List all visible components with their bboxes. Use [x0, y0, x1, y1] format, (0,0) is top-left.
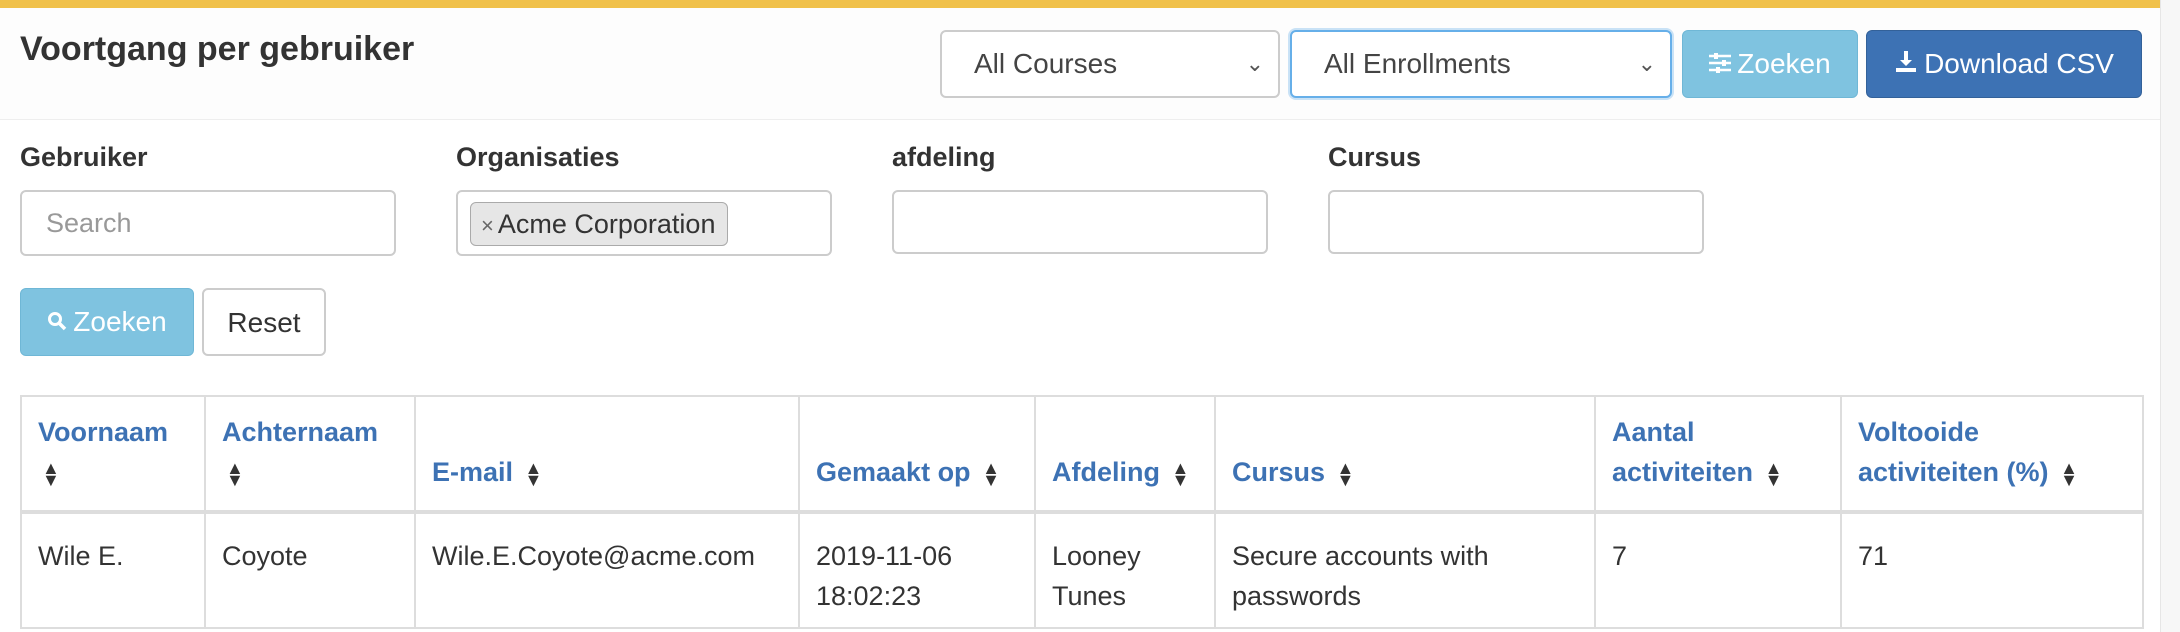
cell-activity-count: 7 — [1594, 511, 1842, 629]
sort-icon: ▲ ▼ — [1171, 457, 1190, 490]
sort-icon: ▲ ▼ — [1764, 457, 1783, 490]
reset-button[interactable]: Reset — [202, 288, 326, 356]
course-filter-input[interactable] — [1328, 190, 1704, 254]
sort-icon: ▲ ▼ — [1336, 457, 1355, 490]
remove-tag-icon[interactable]: × — [481, 213, 494, 238]
sort-icon: ▲ ▼ — [42, 457, 60, 490]
cell-created-at: 2019-11-06 18:02:23 — [798, 511, 1036, 629]
cell-first-name: Wile E. — [20, 511, 206, 629]
course-filter-label: Cursus — [1328, 142, 1422, 172]
cell-completed-percent: 71 — [1840, 511, 2144, 629]
search-icon — [47, 289, 67, 355]
chevron-down-icon: ⌄ — [1637, 51, 1656, 76]
search-button-label: Zoeken — [73, 306, 167, 337]
search-button[interactable]: Zoeken — [20, 288, 194, 356]
table-row: Wile E. Coyote Wile.E.Coyote@acme.com 20… — [20, 511, 2144, 629]
download-csv-label: Download CSV — [1924, 48, 2114, 79]
organisation-tag: × Acme Corporation — [470, 202, 729, 246]
organisation-select[interactable]: × Acme Corporation — [456, 190, 832, 256]
department-filter-label: afdeling — [892, 142, 996, 172]
column-header-department[interactable]: Afdeling ▲ ▼ — [1034, 395, 1216, 513]
column-header-created-at[interactable]: Gemaakt op ▲ ▼ — [798, 395, 1036, 513]
table-header-row: Voornaam ▲ ▼ Achternaam ▲ ▼ E-mail ▲ ▼ Gemaak… — [20, 395, 2144, 513]
department-input[interactable] — [892, 190, 1268, 254]
sort-icon: ▲ ▼ — [2060, 457, 2078, 490]
page-title: Voortgang per gebruiker — [20, 30, 415, 68]
organisation-tag-label: Acme Corporation — [497, 209, 716, 239]
cell-department: Looney Tunes — [1034, 511, 1216, 629]
page-scrollbar[interactable] — [2160, 0, 2180, 632]
sort-icon: ▲ ▼ — [982, 457, 1000, 490]
top-accent-bar — [0, 0, 2160, 8]
user-search-input[interactable]: Search — [20, 190, 396, 256]
cell-email: Wile.E.Coyote@acme.com — [414, 511, 800, 629]
course-select-value: All Courses — [974, 48, 1118, 79]
progress-table: Voornaam ▲ ▼ Achternaam ▲ ▼ E-mail ▲ ▼ Gemaak… — [20, 395, 2144, 629]
cell-course: Secure accounts with passwords — [1214, 511, 1596, 629]
sort-icon: ▲ ▼ — [524, 457, 543, 490]
column-header-last-name[interactable]: Achternaam ▲ ▼ — [204, 395, 416, 513]
sort-icon: ▲ ▼ — [226, 457, 244, 490]
column-header-activity-count[interactable]: Aantal activiteiten ▲ ▼ — [1594, 395, 1842, 513]
user-search-placeholder: Search — [46, 208, 132, 238]
download-csv-button[interactable]: Download CSV — [1866, 30, 2142, 98]
enrollment-select-value: All Enrollments — [1324, 48, 1511, 79]
user-filter-label: Gebruiker — [20, 142, 148, 172]
filter-search-label: Zoeken — [1737, 48, 1831, 79]
page-header: Voortgang per gebruiker All Courses ⌄ Al… — [0, 8, 2160, 120]
chevron-down-icon: ⌄ — [1245, 51, 1264, 76]
column-header-course[interactable]: Cursus ▲ ▼ — [1214, 395, 1596, 513]
organisation-filter-label: Organisaties — [456, 142, 620, 172]
cell-last-name: Coyote — [204, 511, 416, 629]
sliders-icon — [1709, 31, 1732, 97]
filter-search-button[interactable]: Zoeken — [1682, 30, 1858, 98]
column-header-completed-percent[interactable]: Voltooide activiteiten (%) ▲ ▼ — [1840, 395, 2144, 513]
course-select[interactable]: All Courses ⌄ — [940, 30, 1280, 98]
download-icon — [1894, 31, 1918, 97]
column-header-email[interactable]: E-mail ▲ ▼ — [414, 395, 800, 513]
column-header-first-name[interactable]: Voornaam ▲ ▼ — [20, 395, 206, 513]
enrollment-select[interactable]: All Enrollments ⌄ — [1290, 30, 1672, 98]
